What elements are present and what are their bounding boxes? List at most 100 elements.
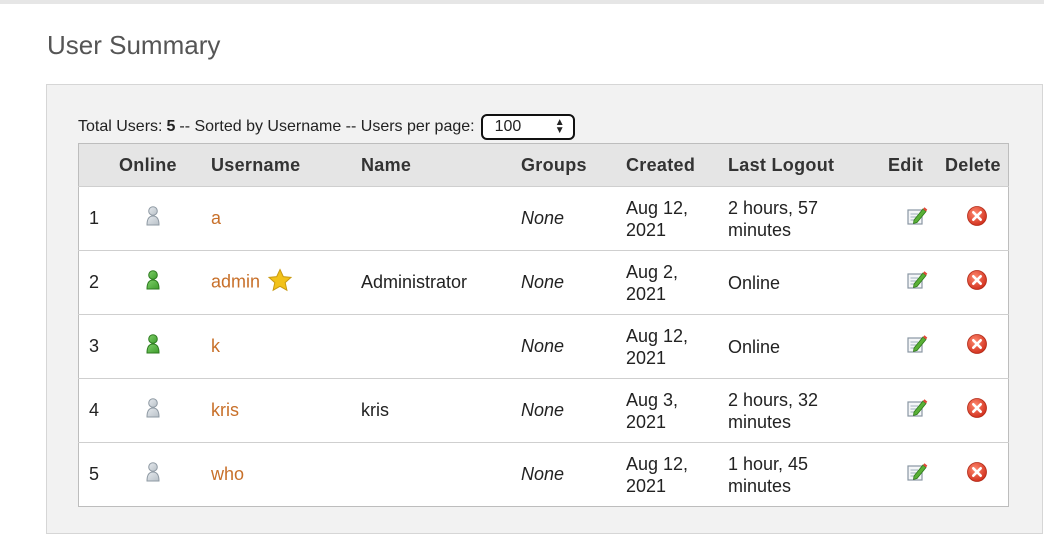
users-table: Online Username Name Groups Created Last…	[78, 143, 1009, 507]
header-delete: Delete	[945, 154, 1001, 175]
created-line-2: 2021	[626, 411, 667, 432]
logout-line-1: Online	[728, 272, 781, 293]
delete-icon[interactable]	[966, 461, 988, 488]
delete-icon[interactable]	[966, 205, 988, 232]
online-status-cell	[119, 443, 211, 507]
created-line-1: Aug 12,	[626, 453, 689, 474]
top-divider	[0, 0, 1044, 4]
logout-line-2: minutes	[728, 475, 792, 496]
name-cell: kris	[361, 400, 389, 420]
logout-line-1: 1 hour, 45	[728, 453, 809, 474]
header-edit: Edit	[888, 154, 924, 175]
username-cell: admin	[211, 251, 361, 315]
user-offline-icon	[145, 397, 161, 424]
user-offline-icon	[145, 461, 161, 488]
row-number: 3	[89, 336, 100, 356]
page-title: User Summary	[47, 30, 221, 60]
created-line-1: Aug 2,	[626, 261, 679, 282]
delete-cell	[945, 315, 1009, 379]
header-online[interactable]: Online	[119, 144, 211, 187]
select-arrows-icon: ▲ ▼	[554, 117, 565, 136]
table-row: 1 a None Aug 12, 2021 2 hours, 57 minute…	[78, 186, 1009, 251]
created-line-2: 2021	[626, 347, 667, 368]
users-per-page-value: 100	[494, 118, 522, 135]
table-header-row: Online Username Name Groups Created Last…	[78, 143, 1009, 187]
edit-icon[interactable]	[906, 205, 928, 232]
online-status-cell	[119, 315, 211, 379]
created-line-2: 2021	[626, 475, 667, 496]
groups-cell: None	[521, 272, 565, 292]
logout-line-2: minutes	[728, 219, 792, 240]
groups-cell: None	[521, 336, 565, 356]
users-per-page-select[interactable]: 100 ▲ ▼	[480, 114, 575, 140]
user-online-icon	[145, 269, 161, 296]
username-link[interactable]: kris	[211, 400, 239, 420]
name-cell: Administrator	[361, 272, 468, 292]
created-line-2: 2021	[626, 219, 667, 240]
username-link[interactable]: admin	[211, 271, 260, 291]
online-status-cell	[119, 187, 211, 251]
delete-cell	[945, 379, 1009, 443]
groups-cell: None	[521, 464, 565, 484]
username-cell: k	[211, 315, 361, 379]
header-name[interactable]: Name	[361, 144, 521, 187]
total-users-label: Total Users:	[78, 118, 163, 135]
header-groups[interactable]: Groups	[521, 144, 626, 187]
online-status-cell	[119, 251, 211, 315]
created-line-1: Aug 12,	[626, 325, 689, 346]
edit-cell	[888, 187, 945, 251]
delete-icon[interactable]	[966, 397, 988, 424]
created-line-1: Aug 3,	[626, 389, 679, 410]
groups-cell: None	[521, 400, 565, 420]
delete-cell	[945, 187, 1009, 251]
username-link[interactable]: a	[211, 208, 221, 228]
username-link[interactable]: who	[211, 464, 244, 484]
last-logout-cell: 2 hours, 57 minutes	[728, 187, 888, 251]
user-offline-icon	[145, 205, 161, 232]
username-cell: who	[211, 443, 361, 507]
groups-cell: None	[521, 208, 565, 228]
delete-icon[interactable]	[966, 269, 988, 296]
online-status-cell	[119, 379, 211, 443]
table-row: 3 k None Aug 12, 2021 Online	[78, 314, 1009, 379]
admin-star-icon	[265, 268, 293, 297]
name-cell	[361, 187, 521, 251]
created-line-1: Aug 12,	[626, 197, 689, 218]
header-last-logout[interactable]: Last Logout	[728, 144, 888, 187]
delete-icon[interactable]	[966, 333, 988, 360]
created-cell: Aug 3, 2021	[626, 379, 728, 443]
edit-icon[interactable]	[906, 333, 928, 360]
row-number: 1	[89, 208, 100, 228]
header-number	[79, 144, 120, 187]
user-online-icon	[145, 333, 161, 360]
last-logout-cell: Online	[728, 251, 888, 315]
header-username[interactable]: Username	[211, 144, 361, 187]
edit-cell	[888, 251, 945, 315]
logout-line-1: 2 hours, 32	[728, 389, 819, 410]
logout-line-1: 2 hours, 57	[728, 197, 819, 218]
created-cell: Aug 2, 2021	[626, 251, 728, 315]
edit-icon[interactable]	[906, 461, 928, 488]
logout-line-1: Online	[728, 336, 781, 357]
table-row: 4 kris kris None Aug 3, 2021 2 hours, 32…	[78, 378, 1009, 443]
delete-cell	[945, 443, 1009, 507]
name-cell	[361, 443, 521, 507]
edit-icon[interactable]	[906, 397, 928, 424]
delete-cell	[945, 251, 1009, 315]
edit-cell	[888, 379, 945, 443]
username-link[interactable]: k	[211, 336, 220, 356]
table-row: 5 who None Aug 12, 2021 1 hour, 45 minut…	[78, 442, 1009, 507]
edit-cell	[888, 443, 945, 507]
created-cell: Aug 12, 2021	[626, 187, 728, 251]
header-created[interactable]: Created	[626, 144, 728, 187]
table-row: 2 admin Administrator None Aug 2, 2021 O…	[78, 250, 1009, 315]
row-number: 4	[89, 400, 100, 420]
last-logout-cell: Online	[728, 315, 888, 379]
summary-bar: Total Users: 5 -- Sorted by Username -- …	[78, 114, 575, 140]
created-line-2: 2021	[626, 283, 667, 304]
edit-cell	[888, 315, 945, 379]
edit-icon[interactable]	[906, 269, 928, 296]
created-cell: Aug 12, 2021	[626, 315, 728, 379]
created-cell: Aug 12, 2021	[626, 443, 728, 507]
name-cell	[361, 315, 521, 379]
